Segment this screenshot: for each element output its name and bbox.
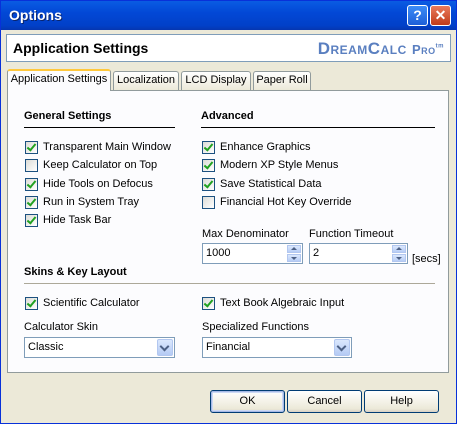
tab-panel: General Settings Transparent Main Window… xyxy=(7,90,449,373)
help-title-button[interactable]: ? xyxy=(407,5,428,26)
function-timeout-value[interactable]: 2 xyxy=(313,247,319,259)
general-divider xyxy=(24,127,175,128)
checkbox-icon[interactable] xyxy=(25,177,38,191)
checkbox-enhance-graphics[interactable]: Enhance Graphics xyxy=(202,140,311,154)
checkbox-icon[interactable] xyxy=(25,213,38,227)
skins-heading: Skins & Key Layout xyxy=(24,266,127,278)
checkbox-keep-on-top[interactable]: Keep Calculator on Top xyxy=(25,158,157,172)
checkbox-icon[interactable] xyxy=(25,296,38,310)
checkbox-financial-hot-key-override[interactable]: Financial Hot Key Override xyxy=(202,195,351,209)
cancel-button[interactable]: Cancel xyxy=(287,390,362,413)
specialized-functions-label: Specialized Functions xyxy=(202,321,310,333)
function-timeout-spinner[interactable]: 2 xyxy=(309,243,408,264)
checkbox-hide-tools-on-defocus[interactable]: Hide Tools on Defocus xyxy=(25,177,153,191)
checkbox-icon[interactable] xyxy=(202,195,215,209)
spin-down-icon[interactable] xyxy=(287,254,301,262)
checkbox-label: Transparent Main Window xyxy=(43,141,171,153)
checkbox-label: Keep Calculator on Top xyxy=(43,159,158,171)
brand-suffix: Pro xyxy=(411,42,436,57)
specialized-functions-select[interactable]: Financial xyxy=(202,337,352,358)
close-button[interactable]: ✕ xyxy=(430,5,451,26)
checkbox-save-statistical-data[interactable]: Save Statistical Data xyxy=(202,177,322,191)
checkbox-modern-xp-menus[interactable]: Modern XP Style Menus xyxy=(202,158,338,172)
skins-divider xyxy=(24,283,435,284)
checkbox-icon[interactable] xyxy=(25,158,38,172)
checkbox-label: Hide Tools on Defocus xyxy=(43,178,153,190)
checkbox-label: Scientific Calculator xyxy=(43,297,140,309)
spin-down-icon[interactable] xyxy=(392,254,406,262)
checkbox-icon[interactable] xyxy=(202,296,215,310)
brand-logo: DreamCalc Protm xyxy=(318,39,444,59)
chevron-down-icon[interactable] xyxy=(334,339,350,356)
timeout-unit-label: [secs] xyxy=(412,253,441,265)
spin-up-icon[interactable] xyxy=(392,245,406,253)
window-title: Options xyxy=(9,7,62,23)
checkbox-label: Run in System Tray xyxy=(43,196,139,208)
title-bar[interactable]: Options ? ✕ xyxy=(1,1,456,30)
options-window: Options ? ✕ Application Settings DreamCa… xyxy=(0,0,457,424)
tab-application-settings[interactable]: Application Settings xyxy=(7,69,111,91)
checkbox-icon[interactable] xyxy=(25,195,38,209)
checkbox-label: Enhance Graphics xyxy=(220,141,311,153)
calculator-skin-select[interactable]: Classic xyxy=(24,337,175,358)
calculator-skin-label: Calculator Skin xyxy=(24,321,98,333)
calculator-skin-value: Classic xyxy=(28,341,64,353)
checkbox-label: Hide Task Bar xyxy=(43,214,112,226)
checkbox-label: Save Statistical Data xyxy=(220,178,322,190)
advanced-heading: Advanced xyxy=(201,110,254,122)
page-title: Application Settings xyxy=(13,40,149,56)
checkbox-run-in-system-tray[interactable]: Run in System Tray xyxy=(25,195,139,209)
settings-header: Application Settings DreamCalc Protm xyxy=(6,34,451,62)
max-denominator-value[interactable]: 1000 xyxy=(206,247,230,259)
brand-tm: tm xyxy=(435,43,444,50)
checkbox-label: Text Book Algebraic Input xyxy=(220,297,345,309)
checkbox-icon[interactable] xyxy=(202,177,215,191)
spinner-arrows xyxy=(287,245,301,262)
max-denominator-label: Max Denominator xyxy=(202,228,289,240)
spin-up-icon[interactable] xyxy=(287,245,301,253)
specialized-functions-value: Financial xyxy=(206,341,251,353)
checkbox-icon[interactable] xyxy=(202,158,215,172)
ok-button[interactable]: OK xyxy=(210,390,285,413)
checkbox-scientific-calculator[interactable]: Scientific Calculator xyxy=(25,296,140,310)
spinner-arrows xyxy=(392,245,406,262)
tab-lcd-display[interactable]: LCD Display xyxy=(181,71,251,90)
checkbox-label: Modern XP Style Menus xyxy=(220,159,339,171)
function-timeout-label: Function Timeout xyxy=(309,228,394,240)
checkbox-icon[interactable] xyxy=(202,140,215,154)
checkbox-label: Financial Hot Key Override xyxy=(220,196,352,208)
tab-localization[interactable]: Localization xyxy=(113,71,179,90)
checkbox-transparent-main-window[interactable]: Transparent Main Window xyxy=(25,140,171,154)
advanced-divider xyxy=(201,127,435,128)
checkbox-text-book-algebraic-input[interactable]: Text Book Algebraic Input xyxy=(202,296,344,310)
brand-main: DreamCalc xyxy=(317,39,407,58)
chevron-down-icon[interactable] xyxy=(157,339,173,356)
tab-paper-roll[interactable]: Paper Roll xyxy=(253,71,311,90)
checkbox-icon[interactable] xyxy=(25,140,38,154)
help-button[interactable]: Help xyxy=(364,390,439,413)
max-denominator-spinner[interactable]: 1000 xyxy=(202,243,303,264)
checkbox-hide-task-bar[interactable]: Hide Task Bar xyxy=(25,213,111,227)
general-settings-heading: General Settings xyxy=(24,110,112,122)
